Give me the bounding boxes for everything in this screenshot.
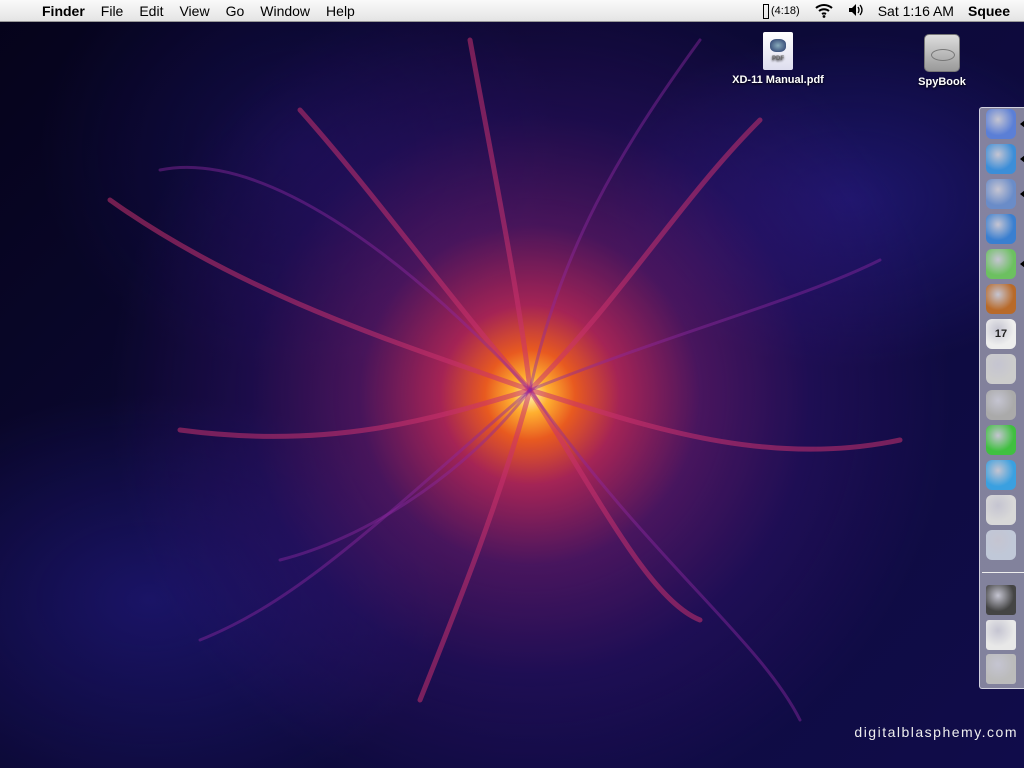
dock-item-app-green[interactable] <box>986 425 1016 455</box>
watermark: digitalblasphemy.com <box>854 724 1018 740</box>
battery-status[interactable]: (4:18) <box>762 3 800 19</box>
desktop-icon-label: XD-11 Manual.pdf <box>732 74 824 86</box>
menu-bar: Finder File Edit View Go Window Help (4:… <box>0 0 1024 22</box>
wallpaper-strands <box>107 37 903 722</box>
battery-icon <box>762 3 769 19</box>
menu-file[interactable]: File <box>93 3 132 19</box>
dock-item-safari[interactable] <box>986 144 1016 174</box>
dock-item-app-dial[interactable] <box>986 530 1016 560</box>
running-indicator-icon <box>1020 190 1024 198</box>
pdf-badge: PDF <box>772 56 784 62</box>
dock-item-preview[interactable] <box>986 354 1016 384</box>
dock-item-ichat[interactable] <box>986 214 1016 244</box>
dock-item-calculator[interactable] <box>986 390 1016 420</box>
dock-item-finder[interactable] <box>986 109 1016 139</box>
desktop-icon-pdf[interactable]: PDF XD-11 Manual.pdf <box>723 32 833 86</box>
menu-finder[interactable]: Finder <box>34 3 93 19</box>
battery-time: (4:18) <box>770 5 800 17</box>
pdf-file-icon: PDF <box>763 32 793 70</box>
dock-item-iphoto[interactable] <box>986 284 1016 314</box>
desktop-icon-spybook[interactable]: SpyBook <box>887 34 997 88</box>
dock-item-mail[interactable] <box>986 179 1016 209</box>
dock-item-document-window-2[interactable] <box>986 620 1016 650</box>
dock-item-itunes[interactable] <box>986 249 1016 279</box>
dock-item-ical[interactable]: 17 <box>986 319 1016 349</box>
dock-separator <box>982 572 1024 573</box>
hard-drive-icon <box>924 34 960 72</box>
menu-window[interactable]: Window <box>252 3 318 19</box>
menu-go[interactable]: Go <box>218 3 253 19</box>
user-menu[interactable]: Squee <box>968 3 1010 19</box>
running-indicator-icon <box>1020 155 1024 163</box>
menu-view[interactable]: View <box>171 3 217 19</box>
clock[interactable]: Sat 1:16 AM <box>878 3 954 19</box>
ical-date: 17 <box>994 328 1008 340</box>
dock-item-app-w[interactable] <box>986 460 1016 490</box>
dock-item-trash[interactable] <box>986 654 1016 684</box>
running-indicator-icon <box>1020 120 1024 128</box>
running-indicator-icon <box>1020 260 1024 268</box>
dock-item-document-window-1[interactable] <box>986 585 1016 615</box>
volume-icon[interactable] <box>848 3 864 20</box>
menu-help[interactable]: Help <box>318 3 363 19</box>
wifi-icon[interactable] <box>814 2 834 21</box>
dock: 17 <box>979 107 1024 689</box>
menu-edit[interactable]: Edit <box>131 3 171 19</box>
desktop-icon-label: SpyBook <box>918 76 966 88</box>
dock-item-app-toaster[interactable] <box>986 495 1016 525</box>
